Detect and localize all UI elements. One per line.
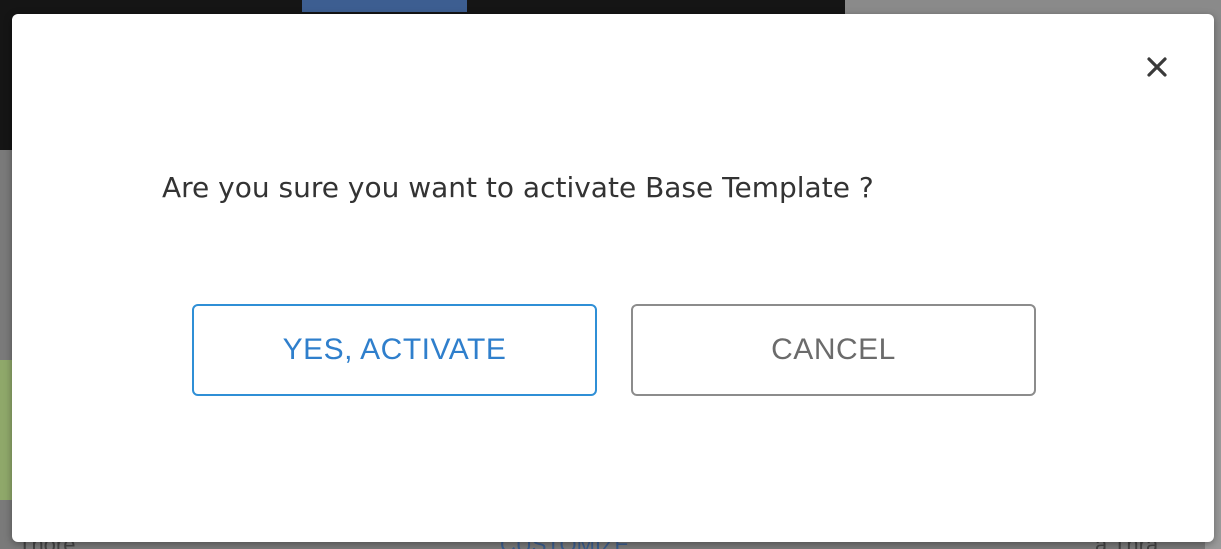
close-button[interactable]	[1140, 50, 1174, 84]
yes-activate-button[interactable]: YES, ACTIVATE	[192, 304, 597, 396]
background-active-tab	[302, 0, 467, 12]
cancel-button[interactable]: CANCEL	[631, 304, 1036, 396]
confirm-activate-dialog: Are you sure you want to activate Base T…	[12, 14, 1214, 542]
close-icon	[1145, 55, 1169, 79]
dialog-message: Are you sure you want to activate Base T…	[162, 171, 874, 204]
